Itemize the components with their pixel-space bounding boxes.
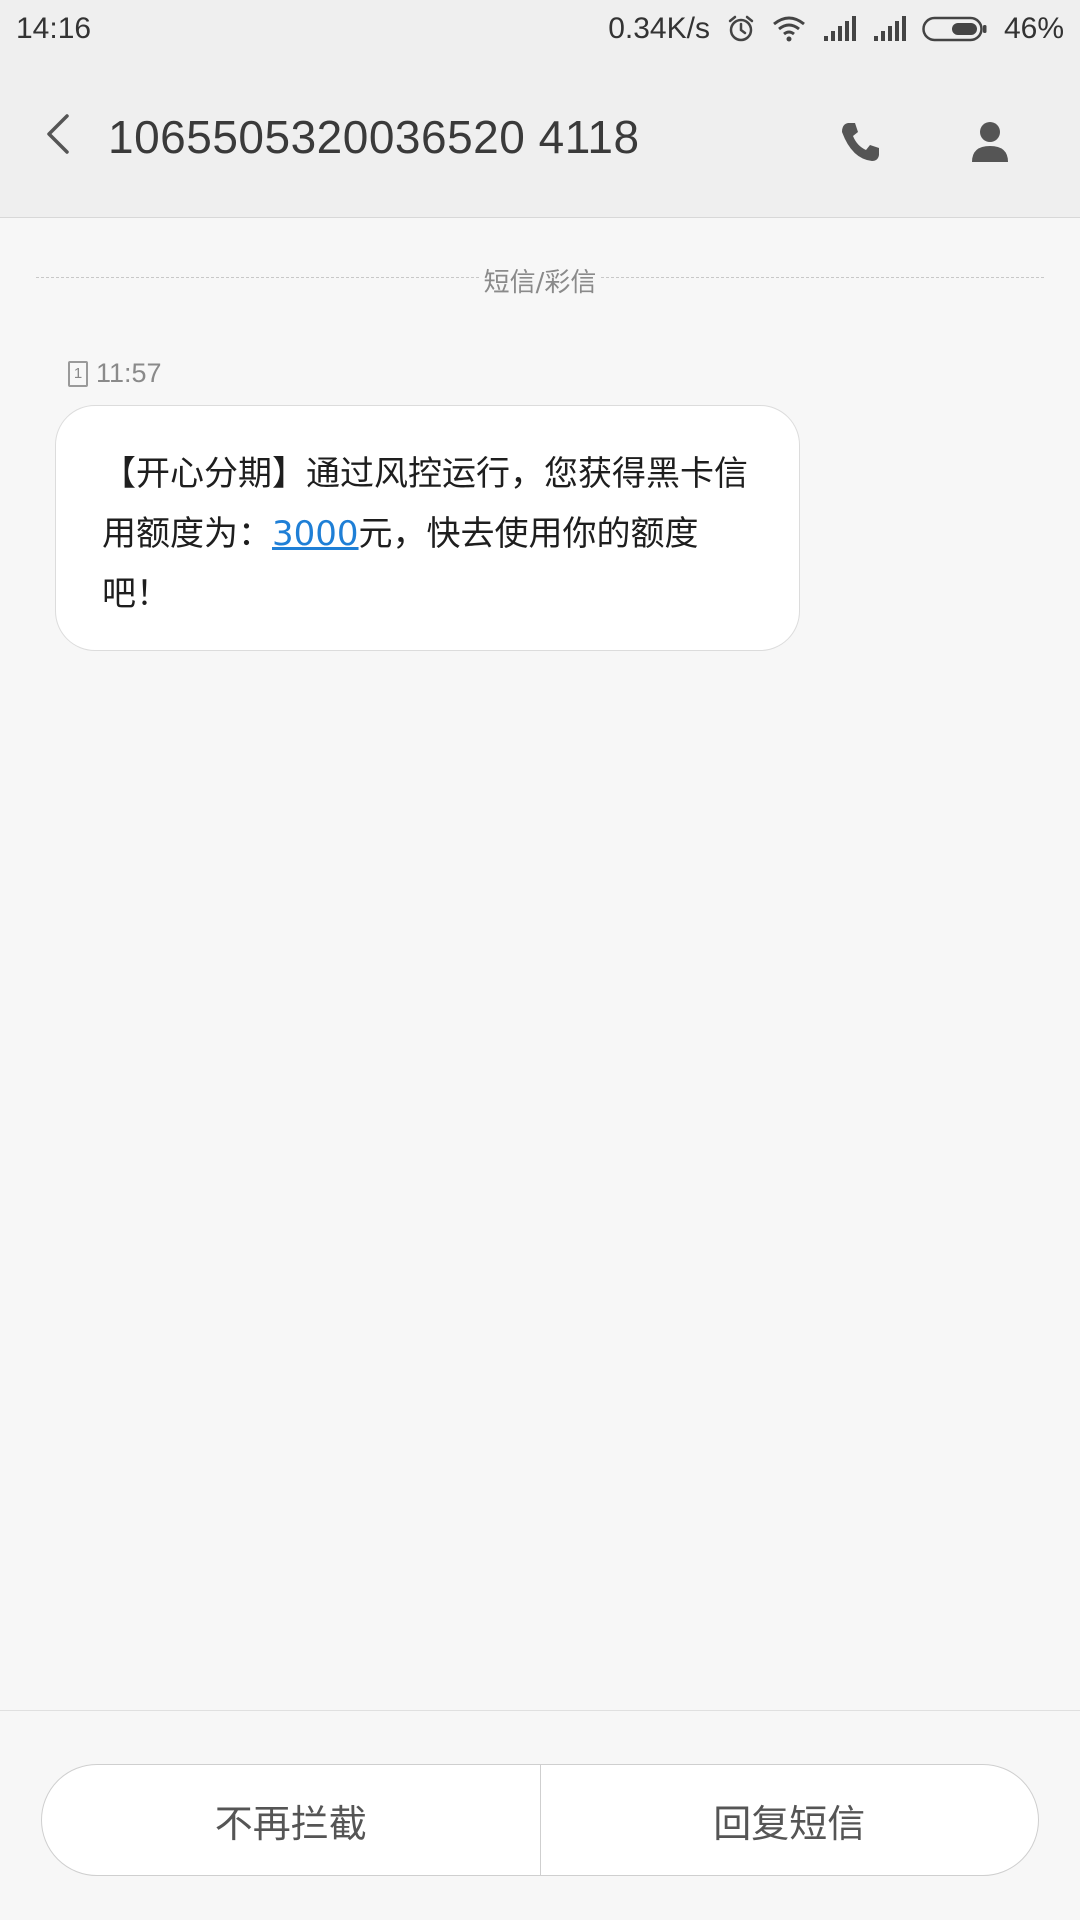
- status-indicators: 0.34K/s 46%: [608, 12, 1064, 46]
- status-bar: 14:16 0.34K/s 46%: [0, 0, 1080, 58]
- call-button[interactable]: [832, 114, 888, 170]
- message-meta: 1 11:57: [68, 358, 162, 389]
- contact-button[interactable]: [962, 114, 1018, 170]
- message-type-divider: 短信/彩信: [36, 262, 1044, 299]
- title-bar: 1065505320036520 4118: [0, 58, 1080, 218]
- back-button[interactable]: [30, 106, 86, 162]
- battery-icon: [922, 15, 988, 43]
- bottom-action-bar: 不再拦截 回复短信: [0, 1710, 1080, 1920]
- chevron-left-icon: [47, 114, 69, 154]
- network-speed: 0.34K/s: [608, 12, 710, 45]
- message-time: 11:57: [96, 358, 162, 388]
- unblock-button[interactable]: 不再拦截: [42, 1765, 540, 1875]
- action-button-group: 不再拦截 回复短信: [41, 1764, 1039, 1876]
- status-time: 14:16: [16, 12, 92, 45]
- message-amount-link[interactable]: 3000: [272, 514, 359, 554]
- alarm-icon: [726, 14, 756, 44]
- reply-sms-button[interactable]: 回复短信: [541, 1765, 1039, 1875]
- person-icon: [972, 122, 1008, 162]
- contact-title: 1065505320036520 4118: [108, 111, 640, 163]
- phone-icon: [842, 123, 879, 161]
- battery-level: 46%: [1003, 12, 1064, 45]
- wifi-icon: [772, 15, 806, 43]
- sim-card-icon: 1: [68, 360, 88, 387]
- message-bubble[interactable]: 【开心分期】通过风控运行，您获得黑卡信用额度为：3000元，快去使用你的额度吧！: [55, 405, 800, 651]
- signal-icon: [822, 16, 856, 42]
- message-type-label: 短信/彩信: [479, 262, 601, 299]
- signal-icon: [872, 16, 906, 42]
